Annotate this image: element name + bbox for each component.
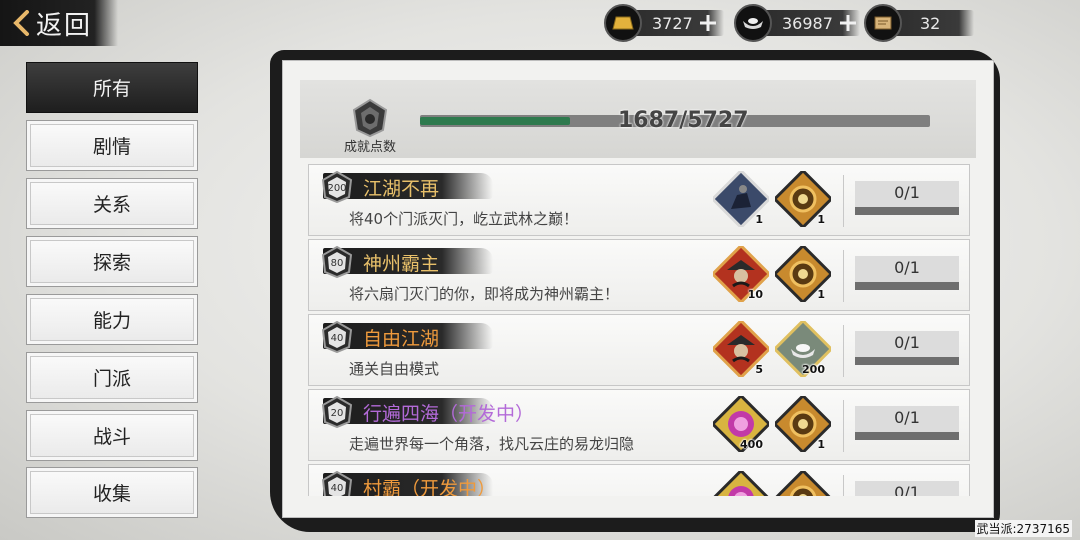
achievement-list[interactable]: 200 江湖不再将40个门派灭门，屹立武林之巅！ 1 1 0/1 80 神州霸主将六扇门灭门… [308,164,970,496]
silver-currency: 36987 [734,4,860,42]
player-uid: 武当派:2737165 [974,520,1072,537]
achievement-count: 0/1 [894,408,920,427]
reward-count: 1 [755,213,763,226]
achievement-title: 行遍四海（开发中） [363,403,535,425]
points-value: 80 [331,258,344,269]
points-badge-icon: 200 [321,171,353,203]
achievement-progress: 0/1 [855,331,959,365]
achievement-count: 0/1 [894,333,920,352]
reward-count: 5 [755,363,763,376]
plus-icon[interactable] [699,14,717,32]
achievement-row[interactable]: 200 江湖不再将40个门派灭门，屹立武林之巅！ 1 1 0/1 [308,164,970,236]
back-label: 返回 [36,10,93,41]
sidebar-item-collect[interactable]: 收集 [26,467,198,518]
achievement-progress-bar [855,357,959,365]
row-divider [843,475,844,496]
points-value: 20 [331,408,344,419]
chevron-left-icon [13,10,29,36]
sidebar-item-relations[interactable]: 关系 [26,178,198,229]
points-value: 200 [327,183,346,194]
achievement-progress-bar [855,207,959,215]
achievement-desc: 将40个门派灭门，屹立武林之巅！ [349,210,579,228]
achievement-progress-bar [855,432,959,440]
reward-count: 200 [802,363,825,376]
achievement-title: 村霸（开发中） [363,478,497,496]
scroll-value: 32 [920,13,941,33]
sidebar-item-all[interactable]: 所有 [26,62,198,113]
progress-fill [420,117,571,125]
achievement-medal-icon [352,98,388,138]
silver-ingot-icon [734,4,772,42]
points-badge-icon: 40 [321,321,353,353]
achievement-progress: 0/1 [855,481,959,496]
achievement-progress-text: 1687/5727 [618,108,749,133]
sidebar-item-ability[interactable]: 能力 [26,294,198,345]
row-divider [843,400,844,452]
points-value: 40 [331,333,344,344]
achievement-title: 江湖不再 [363,178,440,200]
gold-bar-icon [604,4,642,42]
achievement-count: 0/1 [894,183,920,202]
achievement-count: 0/1 [894,483,920,496]
row-divider [843,175,844,227]
reward-count: 1 [817,288,825,301]
reward-count: 1 [817,213,825,226]
row-divider [843,325,844,377]
reward-count: 400 [740,438,763,451]
scroll-icon [864,4,902,42]
sidebar-item-sect[interactable]: 门派 [26,352,198,403]
achievement-count: 0/1 [894,258,920,277]
reward-count: 10 [747,288,763,301]
achievement-desc: 通关自由模式 [349,360,440,378]
purple-orb-icon[interactable] [713,471,769,496]
gold-value: 3727 [652,13,693,33]
achievement-desc: 将六扇门灭门的你，即将成为神州霸主！ [349,285,620,303]
gold-currency: 3727 [604,4,724,42]
achievement-row[interactable]: 40 自由江湖通关自由模式 5 200 0/1 [308,314,970,386]
silver-value: 36987 [782,13,833,33]
achievement-progress: 0/1 [855,181,959,215]
row-divider [843,250,844,302]
points-badge-icon: 20 [321,396,353,428]
achievement-row[interactable]: 40 村霸（开发中） 0/1 [308,464,970,496]
gear-token-icon[interactable] [775,471,831,496]
points-value: 40 [331,483,344,494]
back-button[interactable]: 返回 [0,0,118,46]
achievement-title: 自由江湖 [363,328,440,350]
achievement-progress: 0/1 [855,256,959,290]
achievement-row[interactable]: 20 行遍四海（开发中） 走遍世界每一个角落，找凡云庄的易龙归隐 400 1 0/1 [308,389,970,461]
achievement-points-label: 成就点数 [344,140,397,155]
plus-icon[interactable] [839,14,857,32]
points-badge-icon: 80 [321,246,353,278]
ink-stroke-top [560,0,1080,4]
reward-count: 1 [817,438,825,451]
sidebar-item-combat[interactable]: 战斗 [26,410,198,461]
achievement-progress-bar [855,282,959,290]
sidebar-item-explore[interactable]: 探索 [26,236,198,287]
scroll-currency: 32 [864,4,974,42]
achievement-desc: 走遍世界每一个角落，找凡云庄的易龙归隐 [349,435,635,453]
points-badge-icon: 40 [321,471,353,496]
achievement-progress: 0/1 [855,406,959,440]
achievement-row[interactable]: 80 神州霸主将六扇门灭门的你，即将成为神州霸主！ 10 1 0/1 [308,239,970,311]
sidebar-item-story[interactable]: 剧情 [26,120,198,171]
achievement-title: 神州霸主 [363,253,440,275]
